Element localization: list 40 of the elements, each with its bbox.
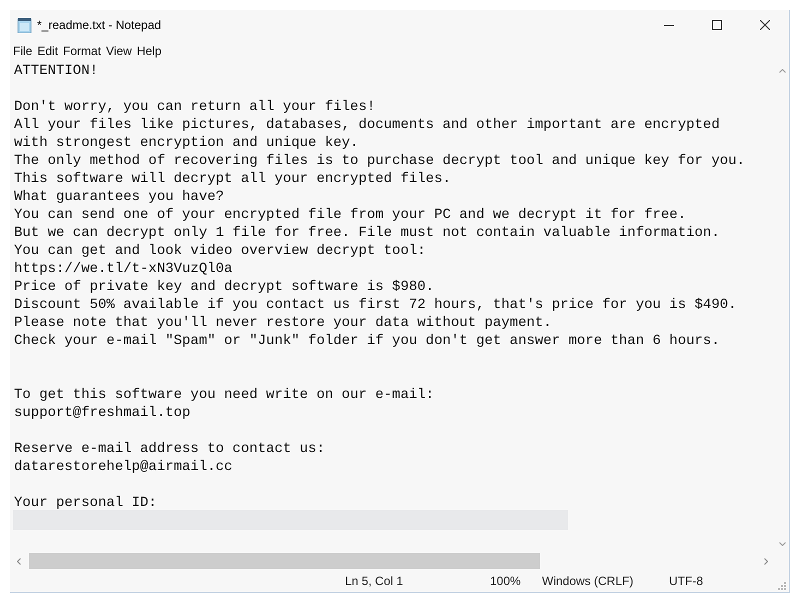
chevron-right-icon [764,558,768,564]
text-line: Reserve e-mail address to contact us: [14,441,325,457]
menu-item[interactable]: Help [134,43,164,59]
chevron-up-icon [778,68,786,72]
text-line: This software will decrypt all your encrypted files. [14,171,451,187]
text-line: Discount 50% available if you contact us first 72 hours, that's price for you is $490. [14,297,737,313]
text-line: The only method of recovering files is to purchase decrypt tool and unique key for you. [14,153,745,169]
scrollbar-thumb[interactable] [29,553,540,569]
chevron-left-icon [17,558,21,564]
line-ending: Windows (CRLF) [542,574,634,588]
text-line: support@freshmail.top [14,405,190,421]
close-icon [760,20,770,30]
window-title: *_readme.txt - Notepad [37,17,162,34]
menu-item[interactable]: File [11,43,34,59]
minimize-icon [664,24,674,26]
text-line: Check your e-mail "Spam" or "Junk" folder if you don't get answer more than 6 hours. [14,333,720,349]
menu-item[interactable]: View [104,43,134,59]
resize-grip-icon[interactable] [778,582,786,590]
text-line: Your personal ID: [14,495,157,511]
text-line: You can get and look video overview decrypt tool: [14,243,426,259]
text-line: All your files like pictures, databases, documents and other important are encrypted [14,117,720,133]
text-line: To get this software you need write on our e-mail: [14,387,434,403]
text-line: datarestorehelp@airmail.cc [14,459,232,475]
zoom-level: 100% [490,574,521,588]
menu-item[interactable]: Format [61,43,104,59]
text-line: ATTENTION! [14,63,98,79]
cursor-position: Ln 5, Col 1 [345,574,404,588]
encoding: UTF-8 [669,574,703,588]
text-line: But we can decrypt only 1 file for free. File must not contain valuable information. [14,225,720,241]
notepad-icon [17,17,33,33]
text-line: https://we.tl/t-xN3VuzQl0a [14,261,232,277]
menu-item[interactable]: Edit [35,43,60,59]
text-line: Price of private key and decrypt software is $980. [14,279,434,295]
text-line: What guarantees you have? [14,189,224,205]
chevron-down-icon [778,542,786,546]
text-line: You can send one of your encrypted file from your PC and we decrypt it for free. [14,207,686,223]
maximize-icon [712,20,722,30]
text-line: Please note that you'll never restore your data without payment. [14,315,552,331]
text-line: Don't worry, you can return all your files! [14,99,376,115]
text-line: with strongest encryption and unique key. [14,135,358,151]
